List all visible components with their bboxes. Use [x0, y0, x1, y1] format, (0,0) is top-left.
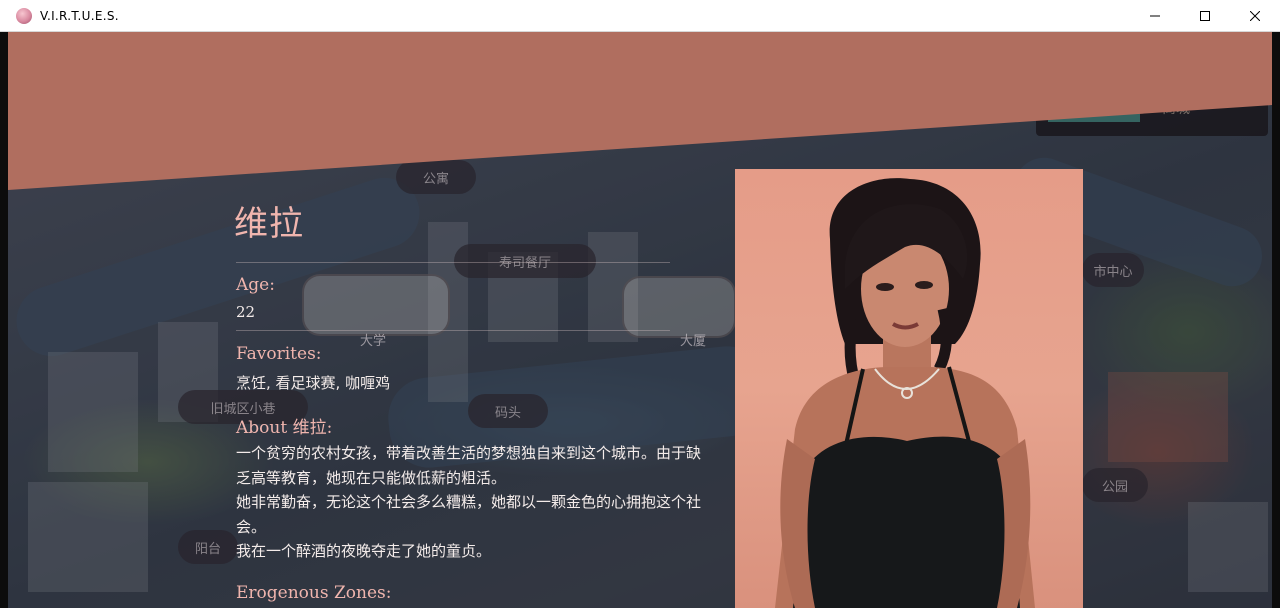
about-line: 一个贫穷的农村女孩，带着改善生活的梦想独自来到这个城市。由于缺乏高等教育，她现在… [236, 444, 702, 487]
divider [236, 262, 670, 263]
app-icon [16, 7, 32, 24]
favorites-label: Favorites: [236, 344, 322, 364]
game-area: 大学 大厦 市中心 公园 公寓 寿司餐厅 旧城区小巷 码头 阳台 商城 维拉 A… [0, 32, 1280, 608]
map-location-tower[interactable]: 大厦 [680, 330, 706, 349]
character-portrait [735, 169, 1083, 608]
map-location-dock[interactable]: 码头 [468, 394, 548, 428]
about-text: 一个贫穷的农村女孩，带着改善生活的梦想独自来到这个城市。由于缺乏高等教育，她现在… [236, 441, 712, 564]
map-location-sushi[interactable]: 寿司餐厅 [454, 244, 596, 278]
minimize-button[interactable] [1130, 0, 1180, 32]
favorites-value: 烹饪, 看足球赛, 咖喱鸡 [236, 374, 391, 392]
about-label: About 维拉: [236, 418, 333, 438]
title-bar[interactable]: V.I.R.T.U.E.S. [0, 0, 1280, 32]
window-title: V.I.R.T.U.E.S. [40, 8, 119, 23]
minimize-icon [1150, 15, 1160, 17]
character-name: 维拉 [234, 204, 304, 244]
close-icon [1250, 11, 1260, 21]
map-location-balcony[interactable]: 阳台 [178, 530, 238, 564]
about-line: 我在一个醉酒的夜晚夺走了她的童贞。 [236, 542, 492, 560]
game-window: V.I.R.T.U.E.S. 大学 大厦 市中心 公园 公寓 寿司餐厅 旧城区小… [0, 0, 1280, 608]
window-controls [1130, 0, 1280, 32]
university-thumbnail[interactable] [302, 274, 450, 336]
tower-thumbnail[interactable] [622, 276, 736, 338]
close-button[interactable] [1230, 0, 1280, 32]
right-border [1272, 32, 1280, 608]
map-location-park[interactable]: 公园 [1082, 468, 1148, 502]
age-label: Age: [236, 275, 275, 295]
maximize-icon [1200, 11, 1210, 21]
header-band [8, 32, 1272, 190]
left-border [0, 32, 8, 608]
character-illustration [775, 178, 1035, 608]
maximize-button[interactable] [1180, 0, 1230, 32]
age-value: 22 [236, 303, 256, 321]
erogenous-zones-label: Erogenous Zones: [236, 583, 392, 603]
map-location-university[interactable]: 大学 [360, 330, 386, 349]
map-location-downtown[interactable]: 市中心 [1082, 253, 1144, 287]
divider [236, 330, 670, 331]
about-line: 她非常勤奋，无论这个社会多么糟糕，她都以一颗金色的心拥抱这个社会。 [236, 493, 702, 536]
